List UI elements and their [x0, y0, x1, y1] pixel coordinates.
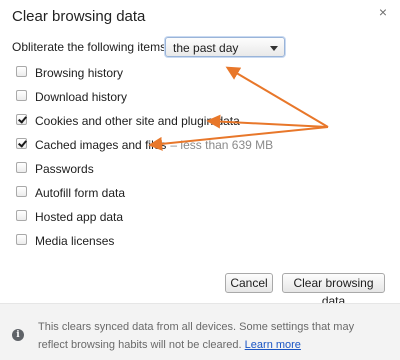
clear-browsing-data-dialog: Clear browsing data × Obliterate the fol… — [0, 0, 400, 360]
dialog-title: Clear browsing data — [12, 8, 146, 25]
checkbox[interactable] — [16, 138, 27, 149]
time-period-select[interactable]: the past day — [165, 37, 285, 57]
option-label: Cookies and other site and plugin data — [35, 114, 240, 128]
cache-size-text: – less than 639 MB — [170, 138, 274, 152]
option-label: Download history — [35, 90, 128, 104]
option-label: Hosted app data — [35, 210, 124, 224]
footer-text: This clears synced data from all devices… — [38, 321, 355, 351]
time-period-value: the past day — [173, 41, 239, 55]
checkbox[interactable] — [16, 186, 27, 197]
clear-browsing-data-button[interactable]: Clear browsing data — [282, 273, 385, 308]
chevron-down-icon — [270, 46, 278, 51]
option-label: Browsing history — [35, 66, 124, 80]
sync-info-footer: i This clears synced data from all devic… — [0, 303, 400, 360]
option-label: Cached images and files – less than 639 M… — [35, 138, 274, 152]
option-label: Autofill form data — [35, 186, 126, 200]
checkbox[interactable] — [16, 114, 27, 125]
checkbox[interactable] — [16, 90, 27, 101]
close-icon[interactable]: × — [376, 4, 390, 20]
learn-more-link[interactable]: Learn more — [245, 339, 301, 351]
option-label: Media licenses — [35, 234, 115, 248]
option-label: Passwords — [35, 162, 94, 176]
checkbox[interactable] — [16, 162, 27, 173]
cancel-button[interactable]: Cancel — [225, 273, 273, 293]
checkbox[interactable] — [16, 210, 27, 221]
info-icon: i — [12, 329, 24, 341]
arrow-to-period-select — [225, 66, 329, 128]
checkbox[interactable] — [16, 234, 27, 245]
checkbox[interactable] — [16, 66, 27, 77]
